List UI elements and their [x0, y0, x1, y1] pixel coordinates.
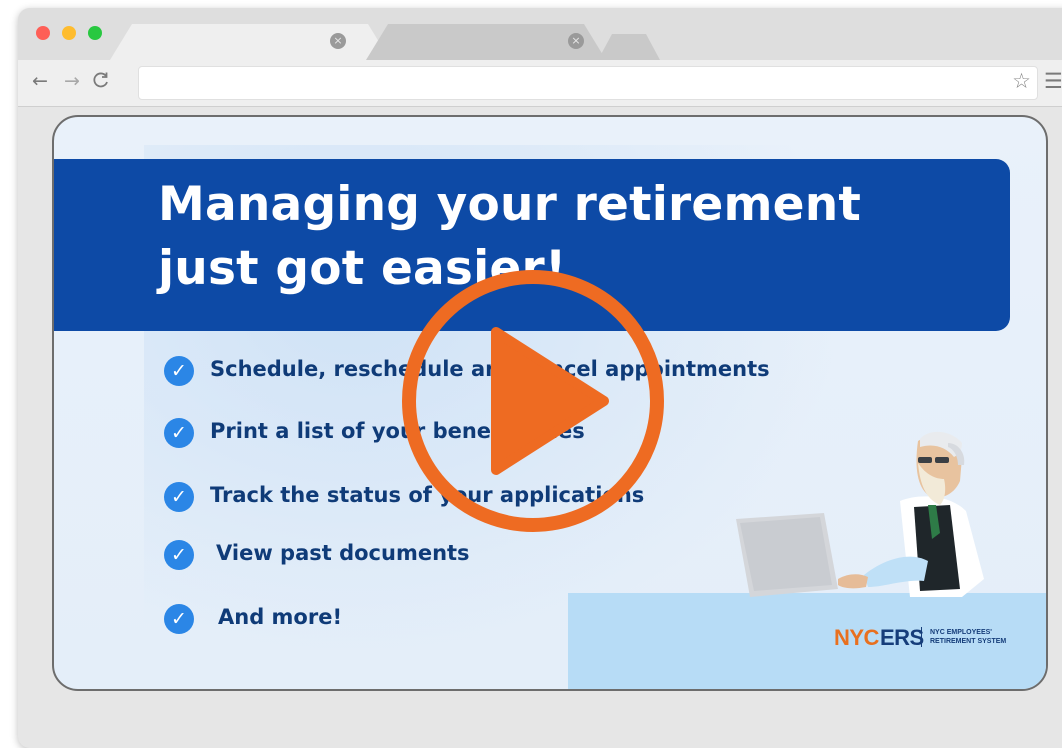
- star-icon[interactable]: ☆: [1012, 69, 1031, 93]
- tab-close-icon[interactable]: ×: [568, 33, 584, 49]
- close-window-button[interactable]: [36, 26, 50, 40]
- play-button-icon[interactable]: [398, 266, 668, 536]
- check-icon: ✓: [164, 482, 194, 512]
- hamburger-menu-icon[interactable]: ☰: [1044, 69, 1062, 93]
- check-icon: ✓: [164, 604, 194, 634]
- minimize-window-button[interactable]: [62, 26, 76, 40]
- browser-toolbar: ← → ☆ ☰: [18, 60, 1062, 107]
- feature-text: View past documents: [216, 541, 470, 565]
- check-icon: ✓: [164, 356, 194, 386]
- logo-divider: [921, 627, 922, 647]
- browser-tab-inactive[interactable]: ×: [366, 24, 606, 60]
- logo-subtitle-line-1: NYC EMPLOYEES': [930, 629, 992, 636]
- feature-text: And more!: [218, 605, 343, 629]
- retiree-with-laptop-illustration: [736, 431, 984, 597]
- maximize-window-button[interactable]: [88, 26, 102, 40]
- reload-icon[interactable]: [92, 71, 110, 94]
- browser-tab-active[interactable]: ×: [110, 24, 390, 60]
- back-arrow-icon[interactable]: ←: [32, 70, 48, 92]
- address-bar[interactable]: ☆: [138, 66, 1038, 100]
- video-title-line-1: Managing your retirement: [158, 177, 862, 232]
- new-tab-button[interactable]: [598, 34, 660, 60]
- title-bar: × ×: [18, 8, 1062, 60]
- check-icon: ✓: [164, 418, 194, 448]
- check-icon: ✓: [164, 540, 194, 570]
- logo-nyc-text: NYC: [834, 625, 879, 650]
- logo-ers-text: ERS: [880, 625, 924, 650]
- tab-close-icon[interactable]: ×: [330, 33, 346, 49]
- reload-icon-graphic: [93, 72, 108, 88]
- logo-subtitle-line-2: RETIREMENT SYSTEM: [930, 638, 1007, 645]
- forward-arrow-icon[interactable]: →: [64, 70, 80, 92]
